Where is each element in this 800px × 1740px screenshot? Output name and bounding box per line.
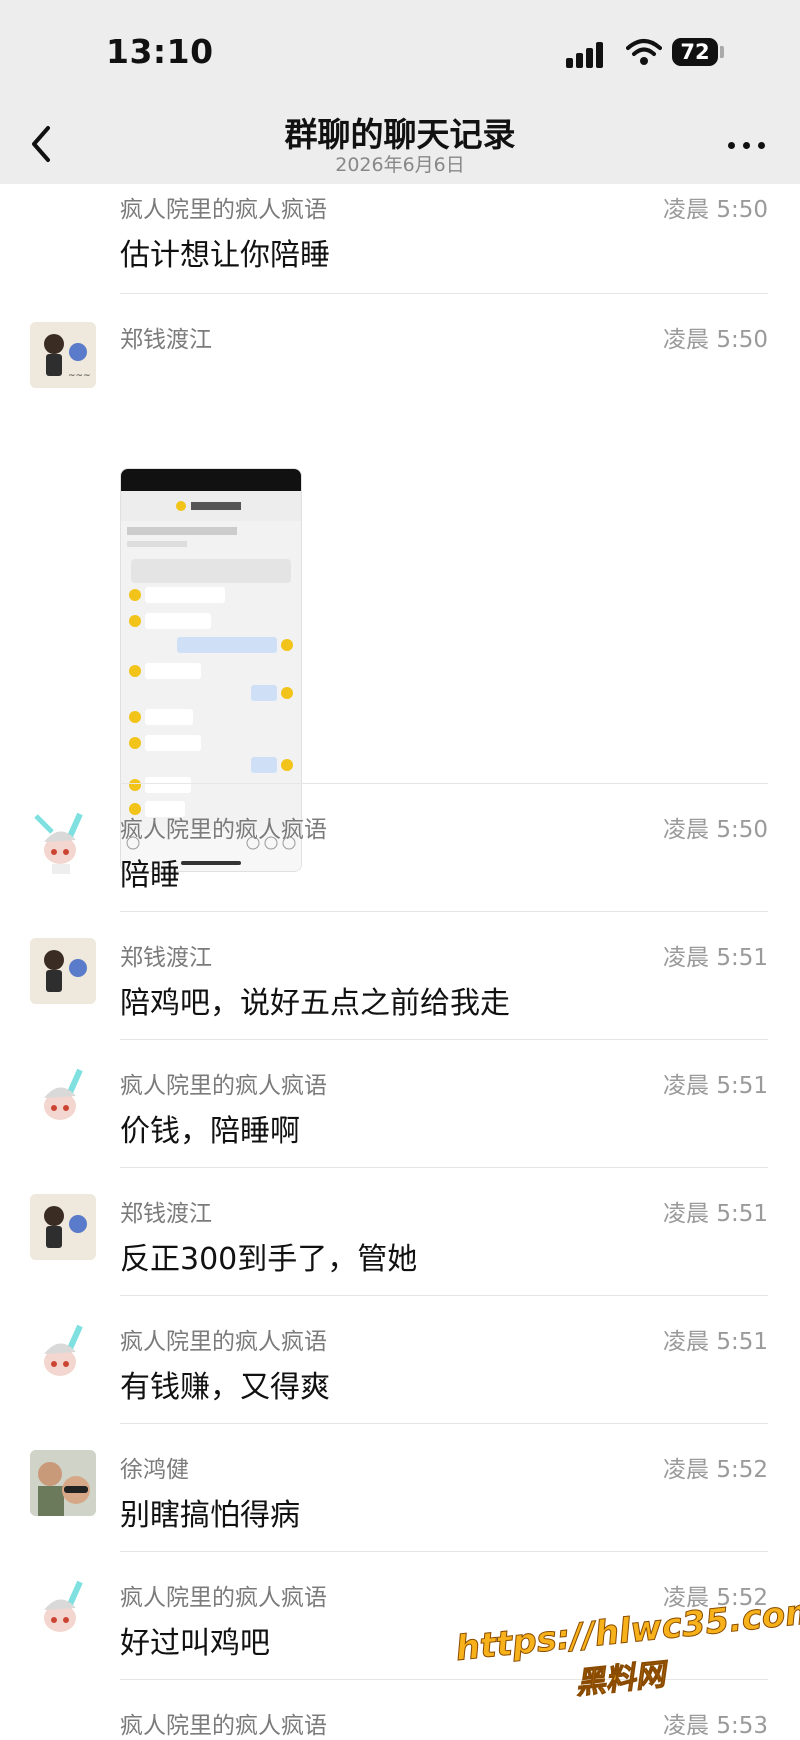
battery-level: 72 bbox=[672, 38, 718, 66]
message-text: 反正300到手了，管她 bbox=[120, 1242, 418, 1277]
message-time: 凌晨 5:51 bbox=[663, 1073, 768, 1099]
status-time: 13:10 bbox=[106, 32, 214, 71]
wifi-icon bbox=[626, 39, 662, 65]
message-item[interactable]: 疯人院里的疯人疯语 凌晨 5:50 估计想让你陪睡 bbox=[0, 184, 800, 294]
avatar[interactable] bbox=[30, 1194, 96, 1260]
cartoon-sword-character-icon bbox=[30, 810, 96, 876]
message-item[interactable]: 疯人院里的疯人疯语 凌晨 5:50 陪睡 bbox=[0, 784, 800, 912]
sender-name: 疯人院里的疯人疯语 bbox=[120, 197, 327, 223]
cartoon-sword-character-icon bbox=[30, 1578, 96, 1644]
more-options-icon[interactable] bbox=[722, 124, 772, 164]
message-time: 凌晨 5:53 bbox=[663, 1713, 768, 1739]
cartoon-sword-character-icon bbox=[30, 1066, 96, 1132]
page-subtitle: 2026年6月6日 bbox=[335, 154, 465, 176]
sender-name: 徐鸿健 bbox=[120, 1457, 189, 1483]
avatar[interactable] bbox=[30, 938, 96, 1004]
message-text: 好过叫鸡吧 bbox=[120, 1626, 270, 1661]
chat-history-list: 疯人院里的疯人疯语 凌晨 5:50 估计想让你陪睡 ~~~ 郑钱渡江 凌晨 5:… bbox=[0, 184, 800, 1740]
boy-cartoon-icon bbox=[30, 938, 96, 1004]
cellular-signal-icon bbox=[566, 42, 612, 68]
message-text: 别瞎搞怕得病 bbox=[120, 1498, 300, 1533]
battery-icon bbox=[720, 46, 724, 58]
sender-name: 疯人院里的疯人疯语 bbox=[120, 1329, 327, 1355]
avatar[interactable]: ~~~ bbox=[30, 322, 96, 388]
sender-name: 疯人院里的疯人疯语 bbox=[120, 1585, 327, 1611]
avatar[interactable] bbox=[30, 1578, 96, 1644]
avatar[interactable] bbox=[30, 1450, 96, 1516]
message-time: 凌晨 5:50 bbox=[663, 197, 768, 223]
message-time: 凌晨 5:51 bbox=[663, 1201, 768, 1227]
message-item[interactable]: 疯人院里的疯人疯语 凌晨 5:51 价钱，陪睡啊 bbox=[0, 1040, 800, 1168]
avatar[interactable] bbox=[30, 1066, 96, 1132]
nav-bar: 群聊的聊天记录 2026年6月6日 bbox=[0, 104, 800, 184]
message-item[interactable]: ~~~ 郑钱渡江 凌晨 5:50 bbox=[0, 294, 800, 872]
boy-cartoon-icon: ~~~ bbox=[30, 322, 96, 388]
watermark: https://hlwc35.com 黑料网 bbox=[453, 1591, 800, 1703]
message-text: 陪睡 bbox=[120, 858, 180, 893]
sender-name: 疯人院里的疯人疯语 bbox=[120, 817, 327, 843]
avatar[interactable] bbox=[30, 810, 96, 876]
sender-name: 疯人院里的疯人疯语 bbox=[120, 1073, 327, 1099]
message-item[interactable]: 疯人院里的疯人疯语 凌晨 5:51 有钱赚，又得爽 bbox=[0, 1296, 800, 1424]
message-time: 凌晨 5:51 bbox=[663, 945, 768, 971]
message-text: 陪鸡吧，说好五点之前给我走 bbox=[120, 986, 510, 1021]
message-item[interactable]: 徐鸿健 凌晨 5:52 别瞎搞怕得病 bbox=[0, 1424, 800, 1552]
boy-cartoon-icon bbox=[30, 1194, 96, 1260]
sender-name: 郑钱渡江 bbox=[120, 327, 212, 353]
cartoon-sword-character-icon bbox=[30, 1322, 96, 1388]
sender-name: 郑钱渡江 bbox=[120, 945, 212, 971]
sender-name: 郑钱渡江 bbox=[120, 1201, 212, 1227]
message-time: 凌晨 5:50 bbox=[663, 817, 768, 843]
message-text: 价钱，陪睡啊 bbox=[120, 1114, 300, 1149]
message-time: 凌晨 5:52 bbox=[663, 1457, 768, 1483]
message-time: 凌晨 5:50 bbox=[663, 327, 768, 353]
message-time: 凌晨 5:51 bbox=[663, 1329, 768, 1355]
message-text: 估计想让你陪睡 bbox=[120, 238, 330, 273]
kids-photo-icon bbox=[30, 1450, 96, 1516]
message-text: 有钱赚，又得爽 bbox=[120, 1370, 330, 1405]
page-title: 群聊的聊天记录 bbox=[284, 115, 516, 154]
svg-text:~~~: ~~~ bbox=[68, 371, 91, 381]
avatar[interactable] bbox=[30, 1322, 96, 1388]
sender-name: 疯人院里的疯人疯语 bbox=[120, 1713, 327, 1739]
message-item[interactable]: 郑钱渡江 凌晨 5:51 反正300到手了，管她 bbox=[0, 1168, 800, 1296]
message-item[interactable]: 郑钱渡江 凌晨 5:51 陪鸡吧，说好五点之前给我走 bbox=[0, 912, 800, 1040]
status-bar: 13:10 72 bbox=[0, 0, 800, 104]
